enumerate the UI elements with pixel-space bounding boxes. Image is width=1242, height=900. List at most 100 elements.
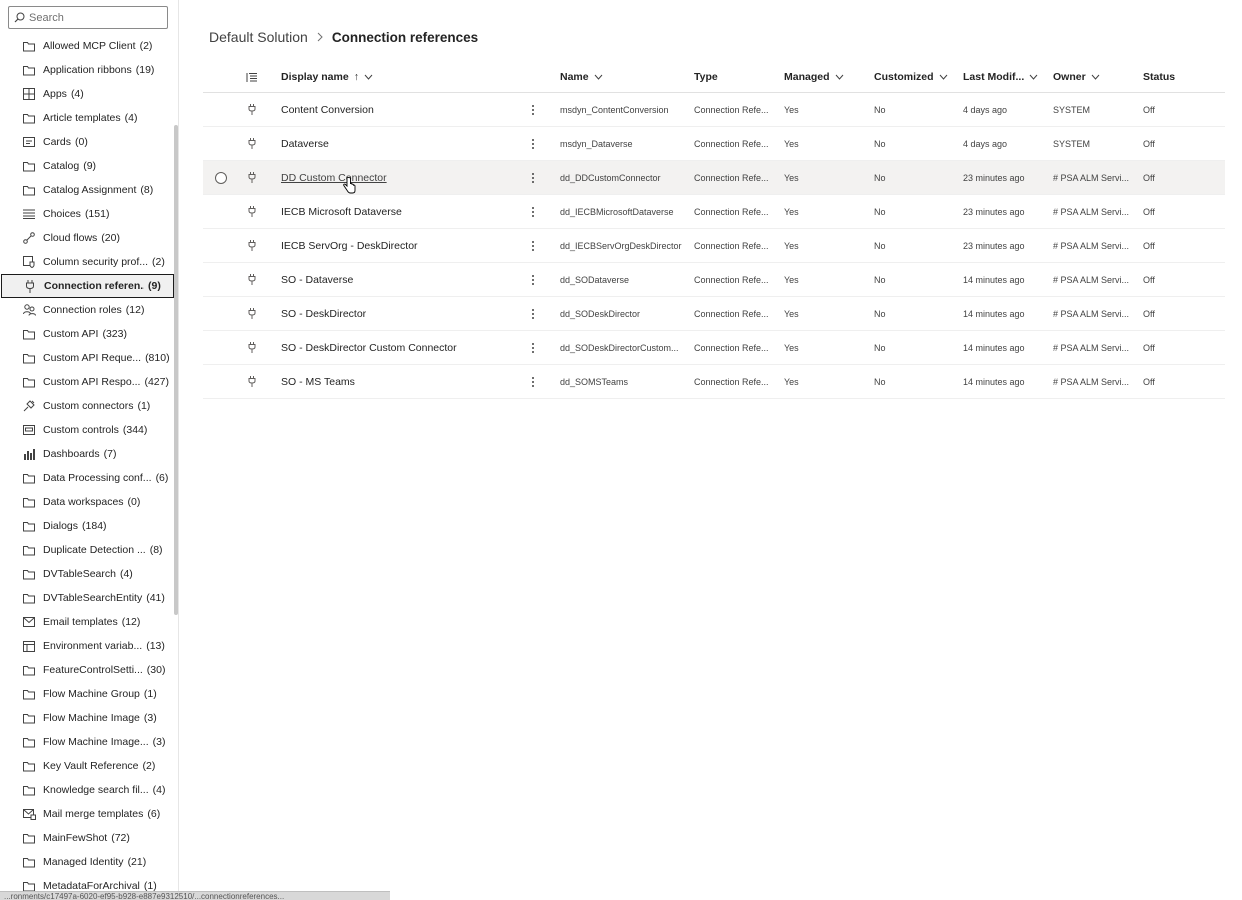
table-row[interactable]: Dataverse msdyn_Dataverse Connection Refe.…	[203, 127, 1225, 161]
table-row[interactable]: DD Custom Connector dd_DDCustomConnector C…	[203, 161, 1225, 195]
search-input[interactable]	[29, 11, 159, 24]
row-more-options-icon[interactable]	[523, 161, 543, 194]
sidebar-item-label: Connection roles	[43, 304, 122, 316]
row-display-name-text[interactable]: Dataverse	[281, 138, 329, 150]
header-status[interactable]: Status	[1143, 62, 1203, 92]
sidebar-scrollbar-thumb[interactable]	[174, 125, 178, 615]
row-customized: No	[874, 274, 886, 285]
sidebar-item-catalog-assignment[interactable]: Catalog Assignment (8)	[0, 178, 175, 202]
row-display-name[interactable]: SO - MS Teams	[281, 365, 521, 398]
header-last-modified[interactable]: Last Modif...	[963, 62, 1048, 92]
header-name[interactable]: Name	[560, 62, 685, 92]
row-display-name[interactable]: DD Custom Connector	[281, 161, 521, 194]
sidebar-item-email-templates[interactable]: Email templates (12)	[0, 610, 175, 634]
row-display-name[interactable]: IECB Microsoft Dataverse	[281, 195, 521, 228]
table-row[interactable]: IECB Microsoft Dataverse dd_IECBMicrosoft…	[203, 195, 1225, 229]
sidebar-item-dvtablesearch[interactable]: DVTableSearch (4)	[0, 562, 175, 586]
header-display-name[interactable]: Display name ↑	[281, 62, 521, 92]
sidebar-item-dvtablesearchentity[interactable]: DVTableSearchEntity (41)	[0, 586, 175, 610]
header-type[interactable]: Type	[694, 62, 776, 92]
plug-icon	[243, 297, 261, 330]
list-icon	[22, 207, 36, 221]
sidebar-item-flow-machine-image[interactable]: Flow Machine Image (3)	[0, 706, 175, 730]
sidebar-item-featurecontrolsetti[interactable]: FeatureControlSetti... (30)	[0, 658, 175, 682]
row-more-options-icon[interactable]	[523, 229, 543, 262]
row-more-options-icon[interactable]	[523, 93, 543, 126]
table-row[interactable]: SO - DeskDirector dd_SODeskDirector Connec…	[203, 297, 1225, 331]
row-more-options-icon[interactable]	[523, 297, 543, 330]
sidebar-item-data-workspaces[interactable]: Data workspaces (0)	[0, 490, 175, 514]
sidebar-item-managed-identity[interactable]: Managed Identity (21)	[0, 850, 175, 874]
row-display-name[interactable]: Dataverse	[281, 127, 521, 160]
sidebar-item-mail-merge-templates[interactable]: Mail merge templates (6)	[0, 802, 175, 826]
table-row[interactable]: SO - Dataverse dd_SODataverse Connection R…	[203, 263, 1225, 297]
row-display-name-text[interactable]: SO - DeskDirector	[281, 308, 366, 320]
sidebar-item-knowledge-search-fil[interactable]: Knowledge search fil... (4)	[0, 778, 175, 802]
header-managed[interactable]: Managed	[784, 62, 864, 92]
table-row[interactable]: IECB ServOrg - DeskDirector dd_IECBServOr…	[203, 229, 1225, 263]
sidebar-item-duplicate-detection[interactable]: Duplicate Detection ... (8)	[0, 538, 175, 562]
sidebar-item-connection-roles[interactable]: Connection roles (12)	[0, 298, 175, 322]
table-row[interactable]: Content Conversion msdyn_ContentConversio…	[203, 93, 1225, 127]
column-options-icon[interactable]	[243, 62, 261, 92]
row-name: dd_SODataverse	[560, 274, 630, 285]
sidebar-item-connection-referen[interactable]: Connection referen... (9)	[1, 274, 174, 298]
sidebar-item-custom-api-respo[interactable]: Custom API Respo... (427)	[0, 370, 175, 394]
sidebar-item-flow-machine-image[interactable]: Flow Machine Image... (3)	[0, 730, 175, 754]
sidebar-item-custom-connectors[interactable]: Custom connectors (1)	[0, 394, 175, 418]
sidebar-item-label: Article templates	[43, 112, 121, 124]
sidebar-item-key-vault-reference[interactable]: Key Vault Reference (2)	[0, 754, 175, 778]
sidebar-item-mainfewshot[interactable]: MainFewShot (72)	[0, 826, 175, 850]
sidebar-item-allowed-mcp-client[interactable]: Allowed MCP Client (2)	[0, 34, 175, 58]
folder-icon	[22, 471, 36, 485]
sidebar-item-environment-variab[interactable]: Environment variab... (13)	[0, 634, 175, 658]
row-managed: Yes	[784, 172, 799, 183]
table-row[interactable]: SO - MS Teams dd_SOMSTeams Connection Refe…	[203, 365, 1225, 399]
sidebar-item-flow-machine-group[interactable]: Flow Machine Group (1)	[0, 682, 175, 706]
row-display-name-text[interactable]: Content Conversion	[281, 104, 374, 116]
sidebar-item-custom-controls[interactable]: Custom controls (344)	[0, 418, 175, 442]
row-more-options-icon[interactable]	[523, 195, 543, 228]
sidebar-item-choices[interactable]: Choices (151)	[0, 202, 175, 226]
row-display-name-text[interactable]: IECB Microsoft Dataverse	[281, 206, 402, 218]
header-owner[interactable]: Owner	[1053, 62, 1133, 92]
table-icon	[22, 639, 36, 653]
header-customized[interactable]: Customized	[874, 62, 954, 92]
row-more-options-icon[interactable]	[523, 127, 543, 160]
breadcrumb-parent[interactable]: Default Solution	[209, 29, 308, 45]
row-more-options-icon[interactable]	[523, 331, 543, 364]
plug-icon	[243, 93, 261, 126]
header-last-modified-label: Last Modif...	[963, 71, 1025, 83]
sidebar-item-column-security-prof[interactable]: Column security prof... (2)	[0, 250, 175, 274]
sidebar-item-cloud-flows[interactable]: Cloud flows (20)	[0, 226, 175, 250]
search-box[interactable]	[8, 6, 168, 29]
row-display-name[interactable]: SO - DeskDirector	[281, 297, 521, 330]
row-display-name[interactable]: SO - Dataverse	[281, 263, 521, 296]
sidebar-item-data-processing-conf[interactable]: Data Processing conf... (6)	[0, 466, 175, 490]
sidebar-item-label: MainFewShot	[43, 832, 108, 844]
row-more-options-icon[interactable]	[523, 365, 543, 398]
sidebar-item-article-templates[interactable]: Article templates (4)	[0, 106, 175, 130]
row-select-radio[interactable]	[213, 161, 229, 194]
sidebar-item-dialogs[interactable]: Dialogs (184)	[0, 514, 175, 538]
row-display-name[interactable]: IECB ServOrg - DeskDirector	[281, 229, 521, 262]
row-display-name-text[interactable]: SO - DeskDirector Custom Connector	[281, 342, 457, 354]
sidebar-item-cards[interactable]: Cards (0)	[0, 130, 175, 154]
sidebar-item-catalog[interactable]: Catalog (9)	[0, 154, 175, 178]
row-more-options-icon[interactable]	[523, 263, 543, 296]
row-display-name-text[interactable]: DD Custom Connector	[281, 172, 387, 184]
row-display-name[interactable]: SO - DeskDirector Custom Connector	[281, 331, 521, 364]
table-row[interactable]: SO - DeskDirector Custom Connector dd_SOD…	[203, 331, 1225, 365]
row-display-name[interactable]: Content Conversion	[281, 93, 521, 126]
plug-icon	[243, 127, 261, 160]
plug-icon	[23, 279, 37, 293]
sidebar-item-dashboards[interactable]: Dashboards (7)	[0, 442, 175, 466]
row-display-name-text[interactable]: SO - Dataverse	[281, 274, 353, 286]
sidebar-item-custom-api[interactable]: Custom API (323)	[0, 322, 175, 346]
row-display-name-text[interactable]: SO - MS Teams	[281, 376, 355, 388]
row-display-name-text[interactable]: IECB ServOrg - DeskDirector	[281, 240, 418, 252]
sidebar-item-application-ribbons[interactable]: Application ribbons (19)	[0, 58, 175, 82]
sidebar-item-custom-api-reque[interactable]: Custom API Reque... (810)	[0, 346, 175, 370]
sidebar-item-apps[interactable]: Apps (4)	[0, 82, 175, 106]
sidebar-item-count: (151)	[84, 208, 110, 220]
